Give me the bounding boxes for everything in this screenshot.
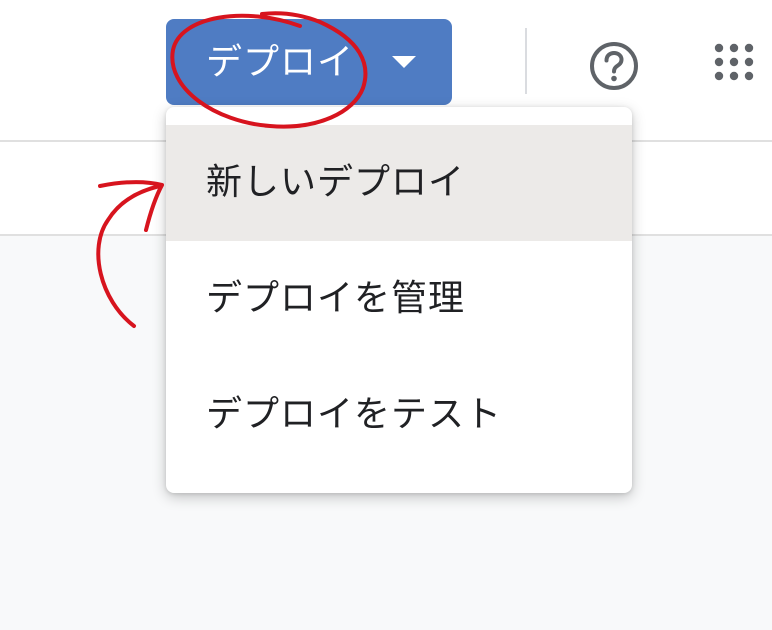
menu-item-manage-deployments[interactable]: デプロイを管理 xyxy=(166,241,632,357)
caret-down-icon xyxy=(392,56,416,68)
deploy-button-label: デプロイ xyxy=(206,41,355,82)
apps-button[interactable] xyxy=(706,38,762,94)
help-button[interactable] xyxy=(586,38,642,94)
deploy-dropdown-menu: 新しいデプロイ デプロイを管理 デプロイをテスト xyxy=(166,107,632,493)
deploy-button[interactable]: デプロイ xyxy=(166,19,452,105)
menu-item-new-deployment[interactable]: 新しいデプロイ xyxy=(166,125,632,241)
apps-grid-icon xyxy=(714,43,754,81)
menu-item-test-deployments[interactable]: デプロイをテスト xyxy=(166,357,632,473)
help-circle-icon xyxy=(590,42,638,90)
toolbar-vertical-divider xyxy=(525,28,527,94)
